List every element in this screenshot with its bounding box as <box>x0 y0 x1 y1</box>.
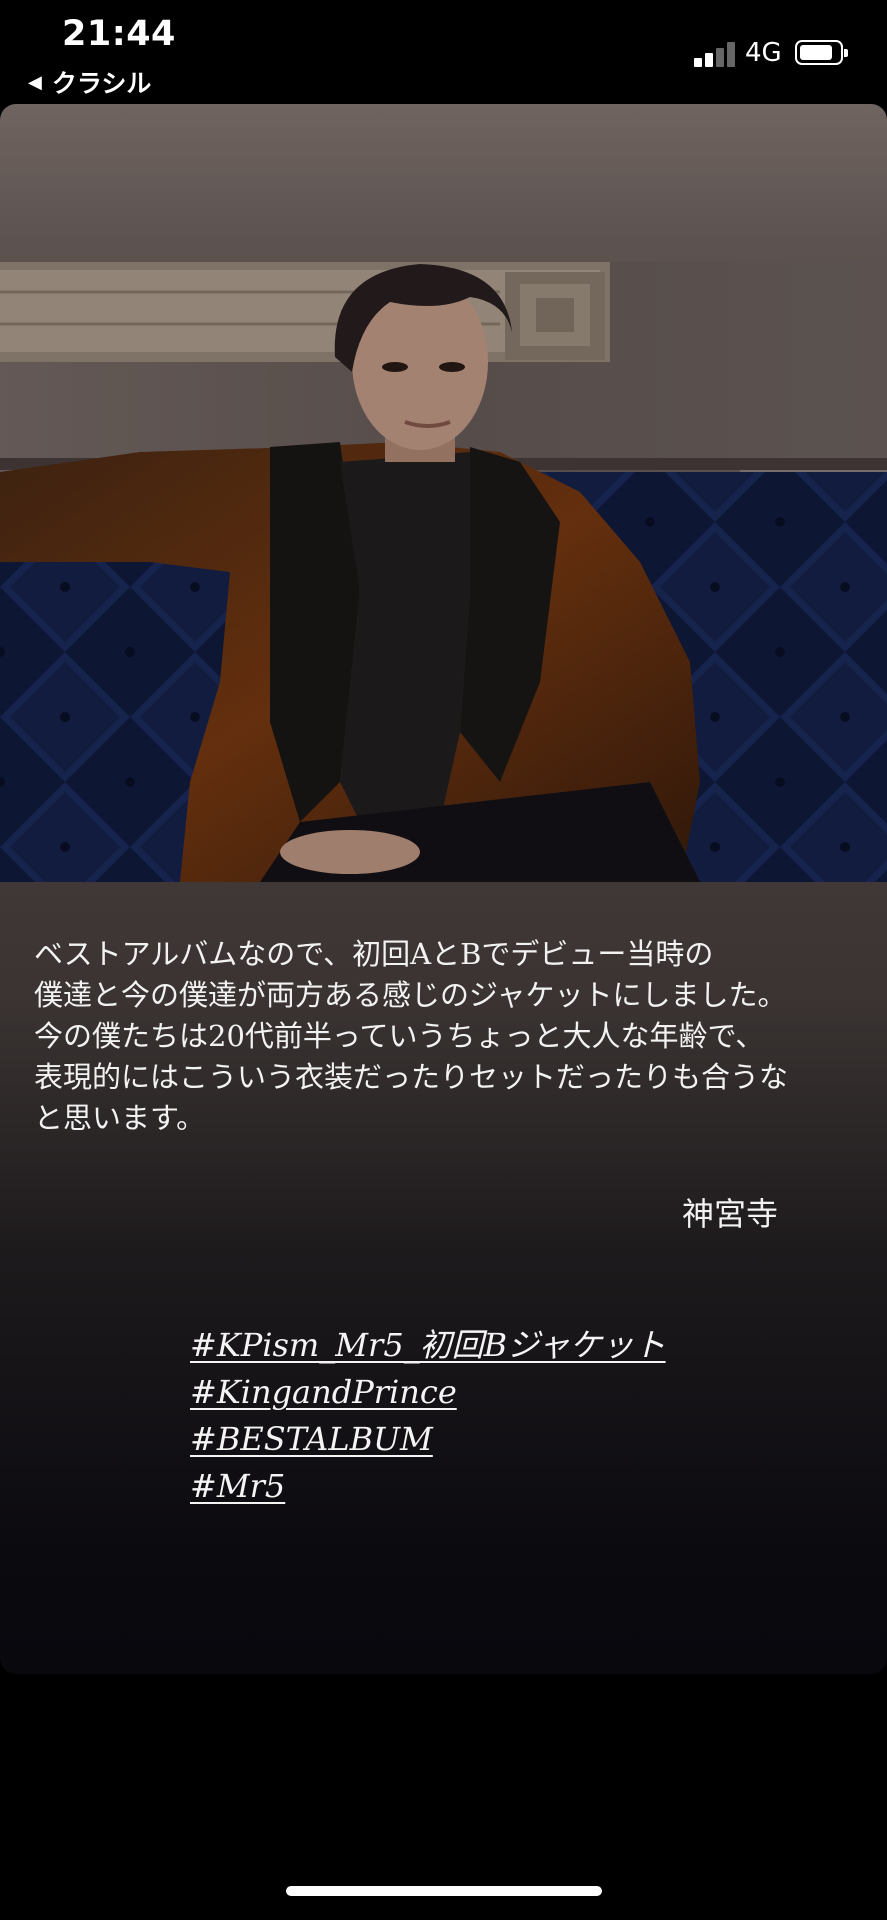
battery-icon <box>795 40 848 65</box>
story-caption-text: ベストアルバムなので、初回AとBでデビュー当時の 僕達と今の僕達が両方ある感じの… <box>34 937 789 1135</box>
network-type: 4G <box>745 38 782 68</box>
home-indicator[interactable] <box>286 1886 602 1896</box>
signal-strength-icon <box>694 42 736 67</box>
status-bar: 21:44 ◀ クラシル 4G <box>0 0 887 100</box>
back-app-label: クラシル <box>51 69 152 98</box>
person-portrait-photo <box>0 262 887 882</box>
back-to-app-button[interactable]: ◀ クラシル <box>28 64 151 100</box>
signature-name: 神宮寺 <box>682 1195 779 1233</box>
hashtag-link[interactable]: #KPism_Mr5_初回Bジャケット <box>190 1322 666 1369</box>
hashtag-list: #KPism_Mr5_初回Bジャケット #KingandPrince #BEST… <box>190 1322 666 1510</box>
hashtag-link[interactable]: #Mr5 <box>190 1463 666 1510</box>
hashtag-link[interactable]: #BESTALBUM <box>190 1416 666 1463</box>
story-card: ベストアルバムなので、初回AとBでデビュー当時の 僕達と今の僕達が両方ある感じの… <box>0 104 887 1674</box>
status-time: 21:44 <box>62 14 176 54</box>
back-triangle-icon: ◀ <box>28 71 42 93</box>
hashtag-link[interactable]: #KingandPrince <box>190 1369 666 1416</box>
